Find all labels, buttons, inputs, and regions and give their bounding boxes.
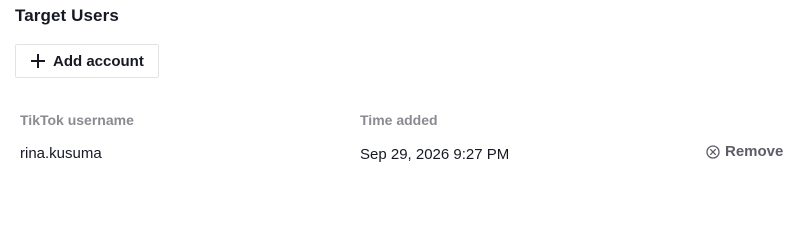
table-header: TikTok username Time added [0,112,800,130]
add-account-label: Add account [53,52,144,70]
section-title: Target Users [15,6,119,25]
remove-button[interactable]: Remove [706,143,783,160]
plus-icon [31,54,45,68]
column-header-time-added: Time added [360,112,438,128]
add-account-button[interactable]: Add account [15,44,159,78]
time-added-cell: Sep 29, 2026 9:27 PM [360,146,510,163]
circle-x-icon [706,144,720,159]
remove-label: Remove [725,143,784,160]
username-cell: rina.kusuma [20,145,102,162]
table-row: rina.kusuma Sep 29, 2026 9:27 PM Remove [0,142,800,166]
column-header-username: TikTok username [20,112,134,128]
